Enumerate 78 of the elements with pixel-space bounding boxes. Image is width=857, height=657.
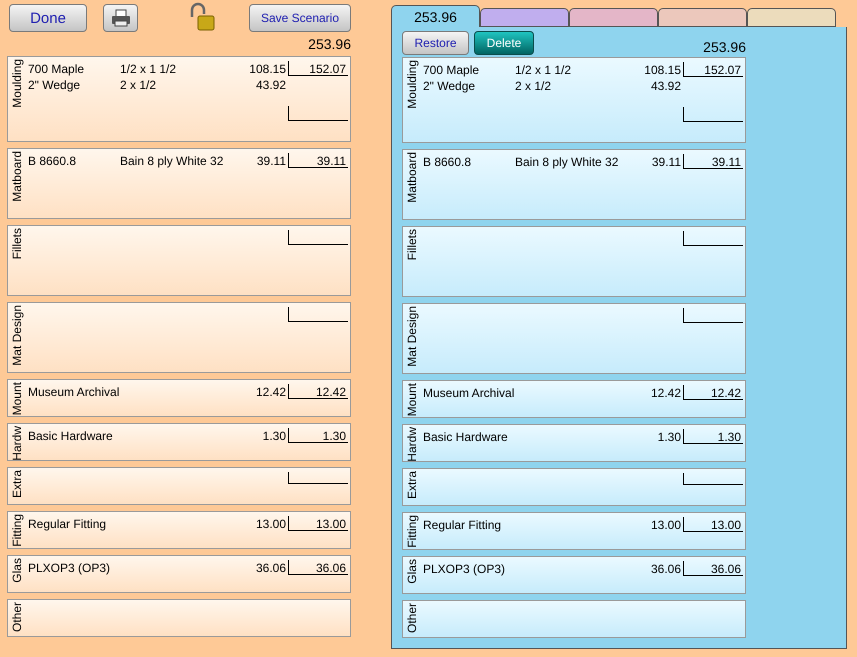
total-field: 152.07 [288, 61, 348, 76]
item-price: 39.11 [256, 154, 286, 170]
section-label: Mat Design [405, 306, 419, 367]
item-price: 13.00 [650, 518, 681, 534]
item-name: 2" Wedge [423, 79, 476, 95]
total-field: 12.42 [288, 384, 348, 399]
section-label: Fillets [10, 228, 24, 260]
item-price: 39.11 [652, 155, 681, 171]
total-field: 36.06 [683, 561, 743, 576]
section-label: Other [10, 602, 24, 632]
scenario-tab[interactable] [480, 8, 569, 27]
item-price: 12.42 [650, 386, 681, 402]
total-field: 13.00 [288, 516, 348, 531]
padlock-icon[interactable] [190, 2, 216, 32]
item-name: B 8660.8 [28, 154, 78, 170]
item-name: Basic Hardware [28, 429, 114, 445]
item-price: 43.92 [256, 78, 286, 94]
scenario-tab[interactable] [569, 8, 658, 27]
restore-button[interactable]: Restore [402, 31, 469, 55]
delete-button[interactable]: Delete [474, 31, 534, 55]
item-price: 1.30 [262, 429, 286, 445]
section-label: Fillets [405, 229, 419, 260]
total-field: 1.30 [288, 428, 348, 443]
item-name: 700 Maple [28, 62, 86, 78]
scenario-total: 253.96 [703, 39, 746, 55]
item-price: 13.00 [256, 517, 286, 533]
section-label: Other [405, 603, 419, 634]
section-label: Moulding [405, 60, 419, 109]
item-size: Bain 8 ply White 32 [120, 154, 224, 170]
total-field: 12.42 [683, 385, 743, 400]
total-field: 13.00 [683, 517, 743, 532]
item-price: 36.06 [650, 562, 681, 578]
section-label: Extra [10, 470, 24, 498]
section-label: Glas [10, 558, 24, 583]
item-name: 2" Wedge [28, 78, 82, 94]
item-name: PLXOP3 (OP3) [28, 561, 112, 577]
section-label: Moulding [10, 59, 24, 108]
print-button[interactable] [103, 4, 138, 32]
item-size: 1/2 x 1 1/2 [120, 62, 178, 78]
scenario-tab[interactable] [747, 8, 836, 27]
item-name: Museum Archival [423, 386, 515, 402]
total-field: 39.11 [288, 153, 348, 168]
total-field: 152.07 [683, 62, 743, 77]
printer-icon [110, 9, 130, 27]
item-price: 43.92 [650, 79, 681, 95]
item-price: 108.15 [249, 62, 286, 78]
item-name: Regular Fitting [28, 517, 108, 533]
item-size: 2 x 1/2 [120, 78, 158, 94]
item-name: Regular Fitting [423, 518, 502, 534]
section-label: Fitting [10, 514, 24, 547]
section-label: Mount [405, 383, 419, 416]
total-field: 39.11 [683, 154, 743, 169]
item-size: 1/2 x 1 1/2 [515, 63, 572, 79]
section-label: Fitting [405, 515, 419, 548]
item-size: Bain 8 ply White 32 [515, 155, 620, 171]
save-scenario-button[interactable]: Save Scenario [249, 4, 351, 32]
section-label: Mount [10, 382, 24, 416]
item-name: Museum Archival [28, 385, 120, 401]
grand-total: 253.96 [308, 36, 351, 52]
section-label: Extra [405, 471, 419, 500]
scenario-tab[interactable]: 253.96 [391, 5, 480, 27]
section-label: Matboard [405, 152, 419, 203]
item-name: 700 Maple [423, 63, 480, 79]
section-label: Matboard [10, 151, 24, 202]
item-price: 1.30 [658, 430, 681, 446]
section-label: Glas [405, 559, 419, 584]
item-name: PLXOP3 (OP3) [423, 562, 506, 578]
scenario-tab[interactable] [658, 8, 747, 27]
section-label: Mat Design [10, 305, 24, 366]
item-size: 2 x 1/2 [515, 79, 552, 95]
done-button[interactable]: Done [9, 4, 87, 32]
item-name: B 8660.8 [423, 155, 472, 171]
item-price: 108.15 [644, 63, 681, 79]
item-name: Basic Hardware [423, 430, 509, 446]
total-field: 1.30 [683, 429, 743, 444]
item-price: 36.06 [256, 561, 286, 577]
item-price: 12.42 [256, 385, 286, 401]
total-field: 36.06 [288, 560, 348, 575]
